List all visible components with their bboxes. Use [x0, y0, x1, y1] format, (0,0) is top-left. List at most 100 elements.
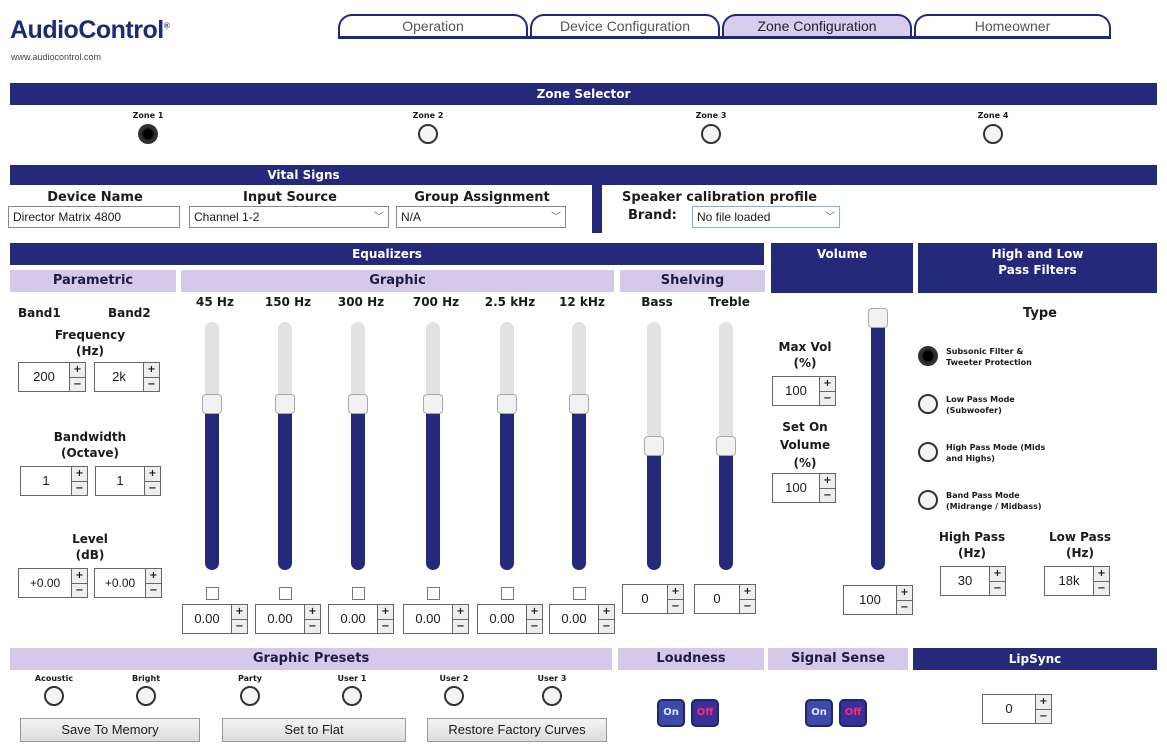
- shelving-band-slider-thumb[interactable]: [644, 436, 664, 456]
- stepper-buttons[interactable]: + −: [896, 586, 912, 614]
- stepper-buttons[interactable]: + −: [377, 605, 393, 633]
- minus-icon[interactable]: −: [305, 620, 320, 634]
- tab-device-configuration[interactable]: Device Configuration: [530, 14, 720, 38]
- stepper-buttons[interactable]: + −: [1093, 567, 1109, 595]
- stepper-buttons[interactable]: + −: [145, 569, 161, 597]
- minus-icon[interactable]: −: [740, 600, 755, 614]
- minus-icon[interactable]: −: [72, 482, 87, 496]
- graphic-band-stepper[interactable]: 0.00 + −: [549, 604, 615, 634]
- graphic-band-slider[interactable]: [497, 322, 517, 570]
- plus-icon[interactable]: +: [144, 363, 159, 378]
- stepper-buttons[interactable]: + −: [69, 363, 85, 391]
- set-on-volume-stepper[interactable]: 100 + −: [772, 473, 836, 503]
- minus-icon[interactable]: −: [145, 482, 160, 496]
- minus-icon[interactable]: −: [1094, 582, 1109, 596]
- graphic-band-checkbox[interactable]: [352, 587, 365, 600]
- graphic-band-stepper[interactable]: 0.00 + −: [477, 604, 543, 634]
- graphic-band-checkbox[interactable]: [573, 587, 586, 600]
- stepper-buttons[interactable]: + −: [71, 467, 87, 495]
- device-name-field[interactable]: Director Matrix 4800: [8, 206, 180, 228]
- graphic-band-slider-thumb[interactable]: [348, 393, 368, 414]
- zone-3-radio[interactable]: [701, 124, 721, 144]
- plus-icon[interactable]: +: [1036, 695, 1051, 710]
- shelving-band-slider-thumb[interactable]: [716, 436, 736, 456]
- volume-slider-thumb[interactable]: [868, 308, 888, 328]
- loudness-off-toggle[interactable]: Off: [691, 699, 719, 727]
- volume-stepper[interactable]: 100 + −: [843, 585, 913, 615]
- graphic-band-slider[interactable]: [348, 322, 368, 570]
- plus-icon[interactable]: +: [453, 605, 468, 620]
- signal-sense-off-toggle[interactable]: Off: [839, 699, 867, 727]
- stepper-buttons[interactable]: + −: [819, 474, 835, 502]
- minus-icon[interactable]: −: [232, 620, 247, 634]
- filter-type-radio[interactable]: [918, 346, 938, 366]
- graphic-band-stepper[interactable]: 0.00 + −: [182, 604, 248, 634]
- loudness-on-toggle[interactable]: On: [657, 699, 685, 727]
- save-to-memory-button[interactable]: Save To Memory: [20, 718, 200, 742]
- band2-frequency-stepper[interactable]: 2k + −: [94, 362, 160, 392]
- minus-icon[interactable]: −: [897, 601, 912, 615]
- restore-factory-curves-button[interactable]: Restore Factory Curves: [427, 718, 607, 742]
- plus-icon[interactable]: +: [305, 605, 320, 620]
- graphic-band-slider[interactable]: [423, 322, 443, 570]
- graphic-band-slider-thumb[interactable]: [423, 393, 443, 414]
- band1-level-stepper[interactable]: +0.00 + −: [18, 568, 88, 598]
- filter-type-radio[interactable]: [918, 394, 938, 414]
- group-assignment-select[interactable]: N/A ﹀: [396, 206, 566, 228]
- minus-icon[interactable]: −: [599, 620, 614, 634]
- stepper-buttons[interactable]: + −: [71, 569, 87, 597]
- minus-icon[interactable]: −: [527, 620, 542, 634]
- preset-radio[interactable]: [342, 686, 362, 706]
- shelving-band-slider[interactable]: [644, 322, 664, 570]
- plus-icon[interactable]: +: [232, 605, 247, 620]
- plus-icon[interactable]: +: [740, 585, 755, 600]
- band2-bandwidth-stepper[interactable]: 1 + −: [95, 466, 161, 496]
- stepper-buttons[interactable]: + −: [667, 585, 683, 613]
- tab-operation[interactable]: Operation: [338, 14, 528, 38]
- plus-icon[interactable]: +: [668, 585, 683, 600]
- graphic-band-checkbox[interactable]: [206, 587, 219, 600]
- shelving-band-stepper[interactable]: 0 + −: [694, 584, 756, 614]
- shelving-band-slider[interactable]: [716, 322, 736, 570]
- stepper-buttons[interactable]: + −: [144, 467, 160, 495]
- graphic-band-checkbox[interactable]: [501, 587, 514, 600]
- stepper-buttons[interactable]: + −: [452, 605, 468, 633]
- minus-icon[interactable]: −: [146, 584, 161, 598]
- input-source-select[interactable]: Channel 1-2 ﹀: [189, 206, 389, 228]
- plus-icon[interactable]: +: [146, 569, 161, 584]
- zone-2-radio[interactable]: [418, 124, 438, 144]
- signal-sense-on-toggle[interactable]: On: [805, 699, 833, 727]
- band1-frequency-stepper[interactable]: 200 + −: [18, 362, 86, 392]
- stepper-buttons[interactable]: + −: [1035, 695, 1051, 723]
- graphic-band-slider-thumb[interactable]: [275, 393, 295, 414]
- plus-icon[interactable]: +: [820, 377, 835, 392]
- graphic-band-stepper[interactable]: 0.00 + −: [255, 604, 321, 634]
- plus-icon[interactable]: +: [1094, 567, 1109, 582]
- plus-icon[interactable]: +: [897, 586, 912, 601]
- minus-icon[interactable]: −: [378, 620, 393, 634]
- tab-zone-configuration[interactable]: Zone Configuration: [722, 14, 912, 38]
- graphic-band-slider-thumb[interactable]: [497, 393, 517, 414]
- tab-homeowner[interactable]: Homeowner: [914, 14, 1111, 38]
- stepper-buttons[interactable]: + −: [739, 585, 755, 613]
- plus-icon[interactable]: +: [145, 467, 160, 482]
- plus-icon[interactable]: +: [70, 363, 85, 378]
- graphic-band-slider-thumb[interactable]: [569, 393, 589, 414]
- stepper-buttons[interactable]: + −: [819, 377, 835, 405]
- preset-radio[interactable]: [240, 686, 260, 706]
- lipsync-stepper[interactable]: 0 + −: [982, 694, 1052, 724]
- minus-icon[interactable]: −: [820, 392, 835, 406]
- preset-radio[interactable]: [44, 686, 64, 706]
- brand-select[interactable]: No file loaded ﹀: [692, 206, 840, 228]
- zone-4-radio[interactable]: [983, 124, 1003, 144]
- high-pass-stepper[interactable]: 30 + −: [940, 566, 1006, 596]
- plus-icon[interactable]: +: [72, 467, 87, 482]
- max-vol-stepper[interactable]: 100 + −: [772, 376, 836, 406]
- minus-icon[interactable]: −: [72, 584, 87, 598]
- stepper-buttons[interactable]: + −: [231, 605, 247, 633]
- low-pass-stepper[interactable]: 18k + −: [1044, 566, 1110, 596]
- graphic-band-stepper[interactable]: 0.00 + −: [328, 604, 394, 634]
- graphic-band-slider[interactable]: [202, 322, 222, 570]
- plus-icon[interactable]: +: [599, 605, 614, 620]
- minus-icon[interactable]: −: [70, 378, 85, 392]
